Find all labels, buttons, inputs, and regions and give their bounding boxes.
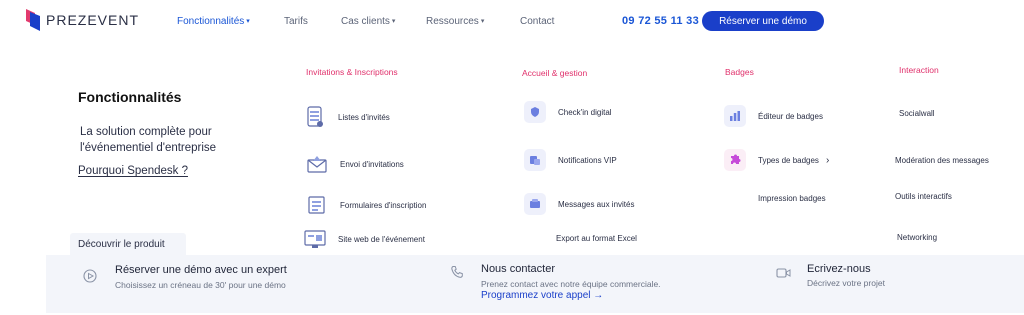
menu-item-label: Modération des messages: [895, 156, 989, 165]
message-icon: [524, 193, 546, 215]
phone-number[interactable]: 09 72 55 11 33: [622, 15, 699, 27]
why-link[interactable]: Pourquoi Spendesk ?: [78, 165, 188, 177]
nav-label: Cas clients: [341, 16, 390, 27]
envelope-icon: [306, 153, 328, 175]
menu-item-vip-notifications[interactable]: Notifications VIP: [524, 149, 617, 171]
menu-item-badge-types[interactable]: Types de badges: [724, 149, 819, 171]
video-camera-icon: [776, 268, 791, 278]
menu-item-send-invitations[interactable]: Envoi d'invitations: [306, 153, 404, 175]
column-title-accueil: Accueil & gestion: [522, 68, 588, 78]
logo[interactable]: PREZEVENT: [26, 9, 139, 31]
logo-text: PREZEVENT: [46, 12, 140, 28]
nav-ressources[interactable]: Ressources ▾: [426, 16, 484, 27]
prezevent-logo-icon: [26, 9, 40, 31]
nav-fonctionnalites[interactable]: Fonctionnalités ▾: [177, 16, 250, 27]
menu-item-moderation[interactable]: Modération des messages: [895, 156, 989, 165]
menu-item-label: Éditeur de badges: [758, 111, 823, 121]
nav-label: Ressources: [426, 16, 479, 27]
chevron-right-icon[interactable]: ›: [826, 155, 829, 166]
menu-item-label: Listes d'invités: [338, 112, 390, 122]
demo-title: Réserver une démo avec un expert: [115, 264, 287, 276]
menu-item-guest-messages[interactable]: Messages aux invités: [524, 193, 634, 215]
menu-item-label: Export au format Excel: [556, 233, 637, 243]
menu-item-label: Types de badges: [758, 155, 819, 165]
column-title-interaction: Interaction: [899, 65, 939, 75]
menu-item-networking[interactable]: Networking: [897, 233, 937, 242]
form-icon: [306, 194, 328, 216]
menu-item-registration-forms[interactable]: Formulaires d'inscription: [306, 194, 426, 216]
puzzle-icon: [724, 149, 746, 171]
discover-product-tab[interactable]: Découvrir le produit: [70, 233, 186, 255]
demo-subtitle: Choisissez un créneau de 30' pour une dé…: [115, 280, 286, 290]
contact-subtitle: Prenez contact avec notre équipe commerc…: [481, 279, 661, 289]
column-title-invitations: Invitations & Inscriptions: [306, 67, 398, 77]
nav-label: Fonctionnalités: [177, 16, 245, 27]
website-icon: [304, 228, 326, 250]
menu-item-excel-export[interactable]: Export au format Excel: [522, 227, 637, 249]
chevron-down-icon: ▾: [246, 18, 250, 25]
menu-item-label: Impression badges: [758, 193, 826, 203]
export-icon: [522, 227, 544, 249]
guest-list-icon: [304, 106, 326, 128]
menu-item-checkin[interactable]: Check'in digital: [524, 101, 612, 123]
contact-title: Nous contacter: [481, 263, 555, 275]
nav-label: Contact: [520, 16, 555, 27]
nav-cas-clients[interactable]: Cas clients ▾: [341, 16, 395, 27]
menu-item-interactive-tools[interactable]: Outils interactifs: [895, 192, 952, 201]
menu-item-guest-lists[interactable]: Listes d'invités: [304, 106, 390, 128]
menu-item-label: Check'in digital: [558, 107, 612, 117]
menu-item-label: Messages aux invités: [558, 199, 635, 209]
menu-item-badge-editor[interactable]: Éditeur de badges: [724, 105, 823, 127]
printer-icon: [724, 187, 746, 209]
write-title: Ecrivez-nous: [807, 263, 871, 275]
menu-item-label: Networking: [897, 233, 938, 242]
menu-item-label: Envoi d'invitations: [340, 159, 404, 169]
chevron-down-icon: ▾: [391, 18, 396, 25]
menu-item-label: Outils interactifs: [895, 192, 952, 201]
panel-title: Fonctionnalités: [78, 89, 182, 105]
shield-check-icon: [524, 101, 546, 123]
menu-item-label: Site web de l'événement: [338, 234, 425, 244]
menu-item-label: Notifications VIP: [558, 155, 617, 165]
phone-icon: [451, 266, 463, 278]
menu-item-label: Formulaires d'inscription: [340, 200, 427, 210]
panel-description: La solution complète pour l'événementiel…: [80, 126, 217, 154]
reserve-demo-button[interactable]: Réserver une démo: [702, 11, 824, 31]
nav-label: Tarifs: [284, 16, 308, 27]
notification-icon: [524, 149, 546, 171]
menu-item-socialwall[interactable]: Socialwall: [899, 109, 935, 118]
top-navigation: PREZEVENT Fonctionnalités ▾ Tarifs Cas cl…: [0, 0, 1024, 44]
play-circle-icon: [83, 269, 97, 283]
chevron-down-icon: ▾: [480, 18, 485, 25]
menu-item-label: Socialwall: [899, 109, 935, 118]
nav-tarifs[interactable]: Tarifs: [284, 16, 308, 27]
column-title-badges: Badges: [725, 67, 754, 77]
menu-item-badge-printing[interactable]: Impression badges: [724, 187, 826, 209]
write-subtitle: Décrivez votre projet: [807, 278, 885, 288]
nav-contact[interactable]: Contact: [520, 16, 554, 27]
menu-item-event-website[interactable]: Site web de l'événement: [304, 228, 425, 250]
schedule-call-link[interactable]: Programmez votre appel →: [481, 290, 603, 301]
bar-chart-icon: [724, 105, 746, 127]
